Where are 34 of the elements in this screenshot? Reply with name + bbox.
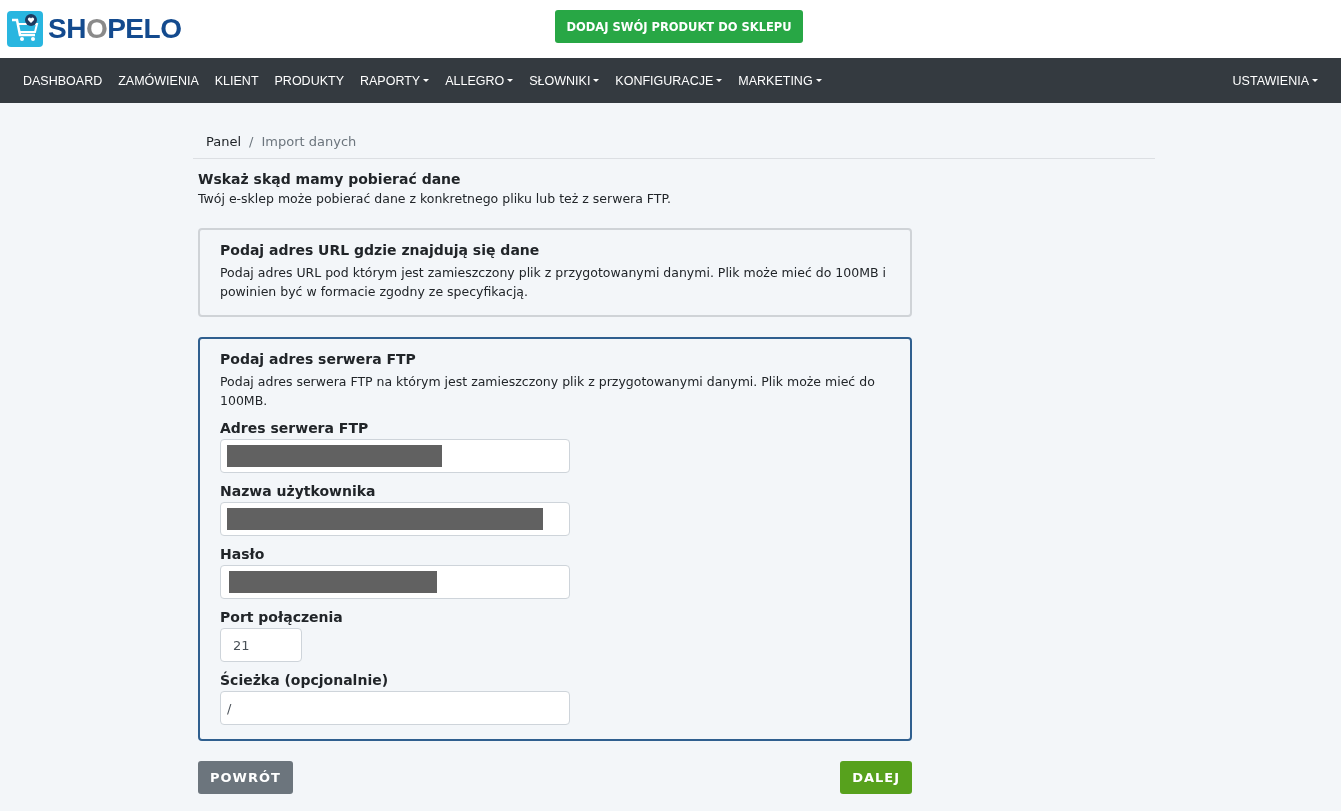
nav-item[interactable]: ALLEGRO [437,73,522,88]
option-description: Podaj adres serwera FTP na którym jest zamieszczony plik z przygotowanymi danymi. Plik może mieć do 100MB. [220,373,876,410]
source-option-card[interactable]: Podaj adres URL gdzie znajdują się dane Podaj adres URL pod którym jest zamieszczony plik z przygotowanymi danymi. Plik może mieć do 100MB i powinien być w formacie zgodny ze specyfikacją. [198,228,912,317]
cart-logo-icon [7,11,43,47]
section-description: Twój e-sklep może pobierać dane z konkretnego pliku lub też z serwera FTP. [198,191,673,206]
field-label: Ścieżka (opcjonalnie) [220,672,390,688]
source-option-card[interactable] [198,337,912,741]
input-field[interactable] [220,565,570,599]
input-field[interactable]: / [220,691,570,725]
field-label: Adres serwera FTP [220,420,370,436]
breadcrumb-link[interactable]: Panel [206,134,242,149]
breadcrumb-separator: / [249,134,254,149]
field-label: Port połączenia [220,609,344,625]
nav-item[interactable]: DASHBOARD [15,73,111,88]
section-title: Wskaż skąd mamy pobierać dane [198,171,462,187]
input-field[interactable] [220,502,570,536]
option-title: Podaj adres serwera FTP [220,351,417,367]
nav-item[interactable]: SŁOWNIKI [521,73,608,88]
back-button[interactable]: POWRÓT [198,761,293,794]
nav-item[interactable]: PRODUKTY [266,73,352,88]
logo-wordmark: SHOPELO [48,13,182,45]
option-title: Podaj adres URL gdzie znajdują się dane [220,242,541,258]
nav-item[interactable]: KONFIGURACJE [607,73,731,88]
input-field[interactable] [220,439,570,473]
field-label: Hasło [220,546,266,562]
breadcrumb-current: Import danych [261,134,357,149]
nav-item[interactable]: RAPORTY [351,73,438,88]
input-field[interactable]: 21 [220,628,302,662]
nav-item[interactable]: KLIENT [206,73,267,88]
nav-item[interactable]: MARKETING [730,73,830,88]
settings-nav-item[interactable]: USTAWIENIA [1224,73,1326,88]
nav-item[interactable]: ZAMÓWIENIA [110,73,207,88]
field-label: Nazwa użytkownika [220,483,377,499]
option-description: Podaj adres URL pod którym jest zamieszczony plik z przygotowanymi danymi. Plik może mieć do 100MB i powinien być w formacie zgodny ze specyfikacją. [220,264,887,301]
